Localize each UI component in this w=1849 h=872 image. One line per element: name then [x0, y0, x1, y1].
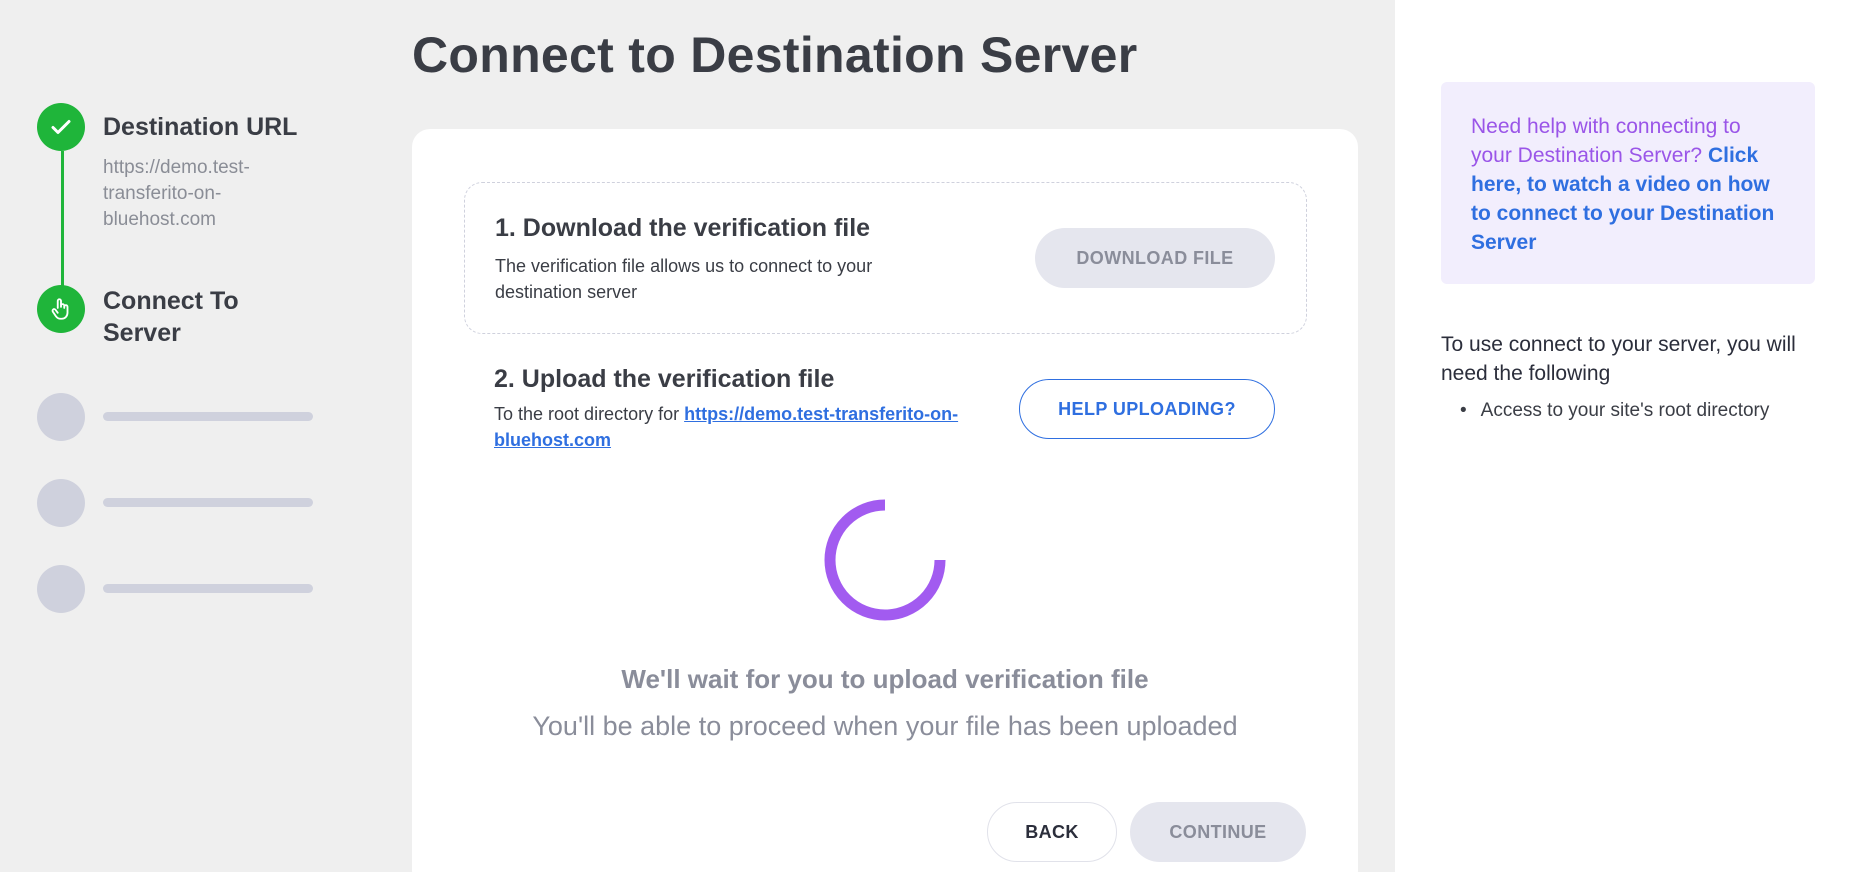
upload-description-text: To the root directory for	[494, 404, 685, 424]
wait-status-title: We'll wait for you to upload verificatio…	[621, 664, 1149, 694]
loading-spinner-icon	[824, 499, 946, 621]
connection-card: 1. Download the verification file The ve…	[412, 129, 1358, 872]
download-file-button[interactable]: DOWNLOAD FILE	[1035, 228, 1275, 288]
step-placeholder-bar	[103, 584, 313, 593]
list-item: Access to your site's root directory	[1460, 398, 1840, 424]
step-title: Connect To Server	[103, 287, 239, 347]
step-pending	[37, 393, 313, 441]
main-area: Destination URL https://demo.test-transf…	[0, 0, 1395, 872]
step-title: Destination URL	[103, 113, 298, 141]
step-subtitle: https://demo.test-transferito-on-bluehos…	[103, 157, 250, 230]
pending-step-dot	[37, 565, 85, 613]
page-title: Connect to Destination Server	[412, 27, 1138, 83]
step-connect-to-server: Connect To Server	[37, 285, 303, 349]
help-question: Need help with connecting to your Destin…	[1471, 115, 1741, 167]
pending-step-dot	[37, 479, 85, 527]
pending-step-dot	[37, 393, 85, 441]
continue-button[interactable]: CONTINUE	[1130, 802, 1306, 862]
check-icon	[37, 103, 85, 151]
upload-description: To the root directory for https://demo.t…	[494, 401, 1014, 453]
download-section: 1. Download the verification file The ve…	[464, 182, 1307, 334]
help-uploading-button[interactable]: HELP UPLOADING?	[1019, 379, 1275, 439]
download-title: 1. Download the verification file	[495, 214, 871, 242]
requirements-intro: To use connect to your server, you will …	[1441, 333, 1796, 385]
step-placeholder-bar	[103, 412, 313, 421]
step-pending	[37, 479, 313, 527]
step-placeholder-bar	[103, 498, 313, 507]
step-pending	[37, 565, 313, 613]
help-box: Need help with connecting to your Destin…	[1441, 82, 1815, 284]
wait-status-subtitle: You'll be able to proceed when your file…	[532, 711, 1238, 741]
upload-title: 2. Upload the verification file	[494, 365, 835, 393]
requirements-list: Access to your site's root directory	[1460, 398, 1840, 424]
back-button[interactable]: BACK	[987, 802, 1117, 862]
hand-pointer-icon	[37, 285, 85, 333]
download-description: The verification file allows us to conne…	[495, 256, 873, 302]
step-destination-url: Destination URL https://demo.test-transf…	[37, 103, 297, 233]
